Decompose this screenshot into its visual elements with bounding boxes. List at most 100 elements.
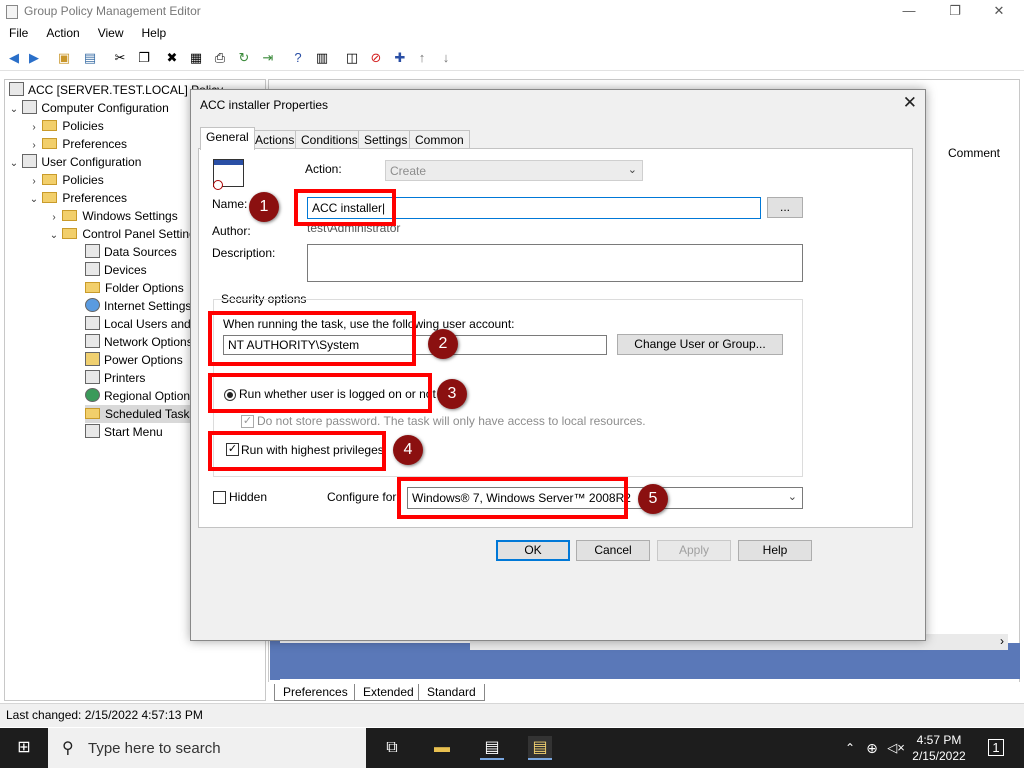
file-explorer-icon[interactable]: ▬ <box>430 736 454 760</box>
tree-computer-configuration[interactable]: ⌄ Computer Configuration <box>9 99 169 117</box>
up-folder-icon[interactable]: ▣ <box>56 50 72 66</box>
tree-user-configuration[interactable]: ⌄ User Configuration <box>9 153 141 171</box>
folder-icon <box>62 210 78 221</box>
add-icon[interactable]: ✚ <box>392 50 408 66</box>
tab-extended[interactable]: Extended <box>354 684 423 701</box>
browse-button[interactable]: ... <box>767 197 803 218</box>
tree-item-power-options[interactable]: Power Options <box>85 351 183 369</box>
tab-general[interactable]: General <box>200 127 255 150</box>
refresh-icon[interactable]: ↻ <box>236 50 252 66</box>
chevron-down-icon[interactable]: ⌄ <box>9 155 19 173</box>
tree-item-printers[interactable]: Printers <box>85 369 145 387</box>
scheduled-task-icon <box>213 159 244 190</box>
description-input[interactable] <box>307 244 803 282</box>
taskbar: ⊞ ⚲ Type here to search ⧉ ▬ ▤ ▤ ⌃ ⊕ ◁× 4… <box>0 728 1024 768</box>
clock-time: 4:57 PM <box>916 733 962 747</box>
tree-item-start-menu[interactable]: Start Menu <box>85 423 163 441</box>
notifications-icon[interactable]: 1 <box>984 736 1008 760</box>
clock-date: 2/15/2022 <box>912 749 966 763</box>
cancel-button[interactable]: Cancel <box>576 540 650 561</box>
move-down-icon[interactable]: ↓ <box>438 50 454 66</box>
chevron-down-icon[interactable]: ⌄ <box>49 227 59 245</box>
properties-icon[interactable]: ▦ <box>188 50 204 66</box>
tree-item-folder-options[interactable]: Folder Options <box>85 279 184 297</box>
tree-windows-settings[interactable]: › Windows Settings <box>49 207 177 225</box>
minimize-button[interactable]: — <box>886 0 932 24</box>
annotation-badge-5: 5 <box>638 484 668 514</box>
print-icon[interactable]: ⎙ <box>212 50 228 66</box>
back-icon[interactable]: ◀ <box>6 50 22 66</box>
folder-icon <box>42 174 58 185</box>
move-up-icon[interactable]: ↑ <box>414 50 430 66</box>
annotation-box-1 <box>294 189 396 226</box>
chevron-up-icon[interactable]: ⌃ <box>838 736 862 760</box>
annotation-box-2 <box>208 311 416 366</box>
scroll-right-icon[interactable]: › <box>1000 634 1004 648</box>
change-user-button[interactable]: Change User or Group... <box>617 334 783 355</box>
menu-action[interactable]: Action <box>37 24 88 40</box>
forward-icon[interactable]: ▶ <box>26 50 42 66</box>
action-pane-icon[interactable]: ▥ <box>314 50 330 66</box>
menu-view[interactable]: View <box>89 24 133 40</box>
tree-item-regional-options[interactable]: Regional Options <box>85 387 196 405</box>
network-tray-icon[interactable]: ⊕ <box>860 736 884 760</box>
tree-cc-policies[interactable]: › Policies <box>29 117 103 135</box>
copy-icon[interactable]: ❐ <box>136 50 152 66</box>
tree-item-internet-settings[interactable]: Internet Settings <box>85 297 191 315</box>
show-hide-tree-icon[interactable]: ▤ <box>82 50 98 66</box>
folder-icon <box>42 138 58 149</box>
stop-icon[interactable]: ⊘ <box>368 50 384 66</box>
folder-icon <box>42 120 58 131</box>
tab-settings[interactable]: Settings <box>358 130 414 149</box>
apply-button[interactable]: Apply <box>657 540 731 561</box>
action-label: Action: <box>305 162 342 176</box>
configure-for-label: Configure for: <box>327 490 400 504</box>
folder-options-icon <box>85 282 100 293</box>
chevron-down-icon[interactable]: ⌄ <box>9 101 19 119</box>
windows-start-icon[interactable]: ⊞ <box>12 736 36 760</box>
hidden-checkbox[interactable] <box>213 491 226 504</box>
help-button[interactable]: Help <box>738 540 812 561</box>
tree-control-panel-settings[interactable]: ⌄ Control Panel Settings <box>49 225 202 243</box>
tab-preferences[interactable]: Preferences <box>274 684 357 701</box>
restore-button[interactable]: ❐ <box>932 0 978 24</box>
menu-help[interactable]: Help <box>133 24 176 40</box>
help-icon[interactable]: ? <box>290 50 306 66</box>
annotation-box-5 <box>397 477 628 519</box>
ok-button[interactable]: OK <box>496 540 570 561</box>
tree-item-data-sources[interactable]: Data Sources <box>85 243 177 261</box>
action-select[interactable]: Create ⌄ <box>385 160 643 181</box>
close-window-button[interactable]: ✕ <box>976 0 1022 24</box>
globe-icon <box>85 298 100 312</box>
tree-uc-policies[interactable]: › Policies <box>29 171 103 189</box>
dialog-close-icon[interactable]: ✕ <box>903 93 917 113</box>
tree-item-devices[interactable]: Devices <box>85 261 147 279</box>
taskbar-search[interactable]: ⚲ Type here to search <box>48 728 366 768</box>
tab-conditions[interactable]: Conditions <box>295 130 364 149</box>
menu-file[interactable]: File <box>0 24 37 40</box>
cut-icon[interactable]: ✂ <box>112 50 128 66</box>
do-not-store-checkbox[interactable]: ✓ <box>241 415 254 428</box>
annotation-box-4 <box>208 431 386 471</box>
delete-icon[interactable]: ✖ <box>164 50 180 66</box>
dialog-title: ACC installer Properties <box>200 98 329 112</box>
tree-item-network-options[interactable]: Network Options <box>85 333 193 351</box>
tree-uc-preferences[interactable]: ⌄ Preferences <box>29 189 127 207</box>
tree-cc-preferences[interactable]: › Preferences <box>29 135 127 153</box>
new-item-icon[interactable]: ◫ <box>344 50 360 66</box>
gp-editor-taskbar-icon[interactable]: ▤ <box>528 736 552 760</box>
gpmc-taskbar-icon[interactable]: ▤ <box>480 736 504 760</box>
chevron-down-icon: ⌄ <box>787 491 797 503</box>
tab-actions[interactable]: Actions <box>249 130 301 149</box>
tab-common[interactable]: Common <box>409 130 470 149</box>
hidden-label[interactable]: Hidden <box>229 490 267 504</box>
window-title: Group Policy Management Editor <box>24 4 201 18</box>
folder-icon <box>42 192 58 203</box>
chevron-down-icon[interactable]: ⌄ <box>29 191 39 209</box>
task-view-icon[interactable]: ⧉ <box>380 736 404 760</box>
column-header-comment[interactable]: Comment <box>925 143 1007 165</box>
tab-standard[interactable]: Standard <box>418 684 485 701</box>
clock[interactable]: 4:57 PM 2/15/2022 <box>905 732 973 764</box>
devices-icon <box>85 262 100 276</box>
export-icon[interactable]: ⇥ <box>260 50 276 66</box>
